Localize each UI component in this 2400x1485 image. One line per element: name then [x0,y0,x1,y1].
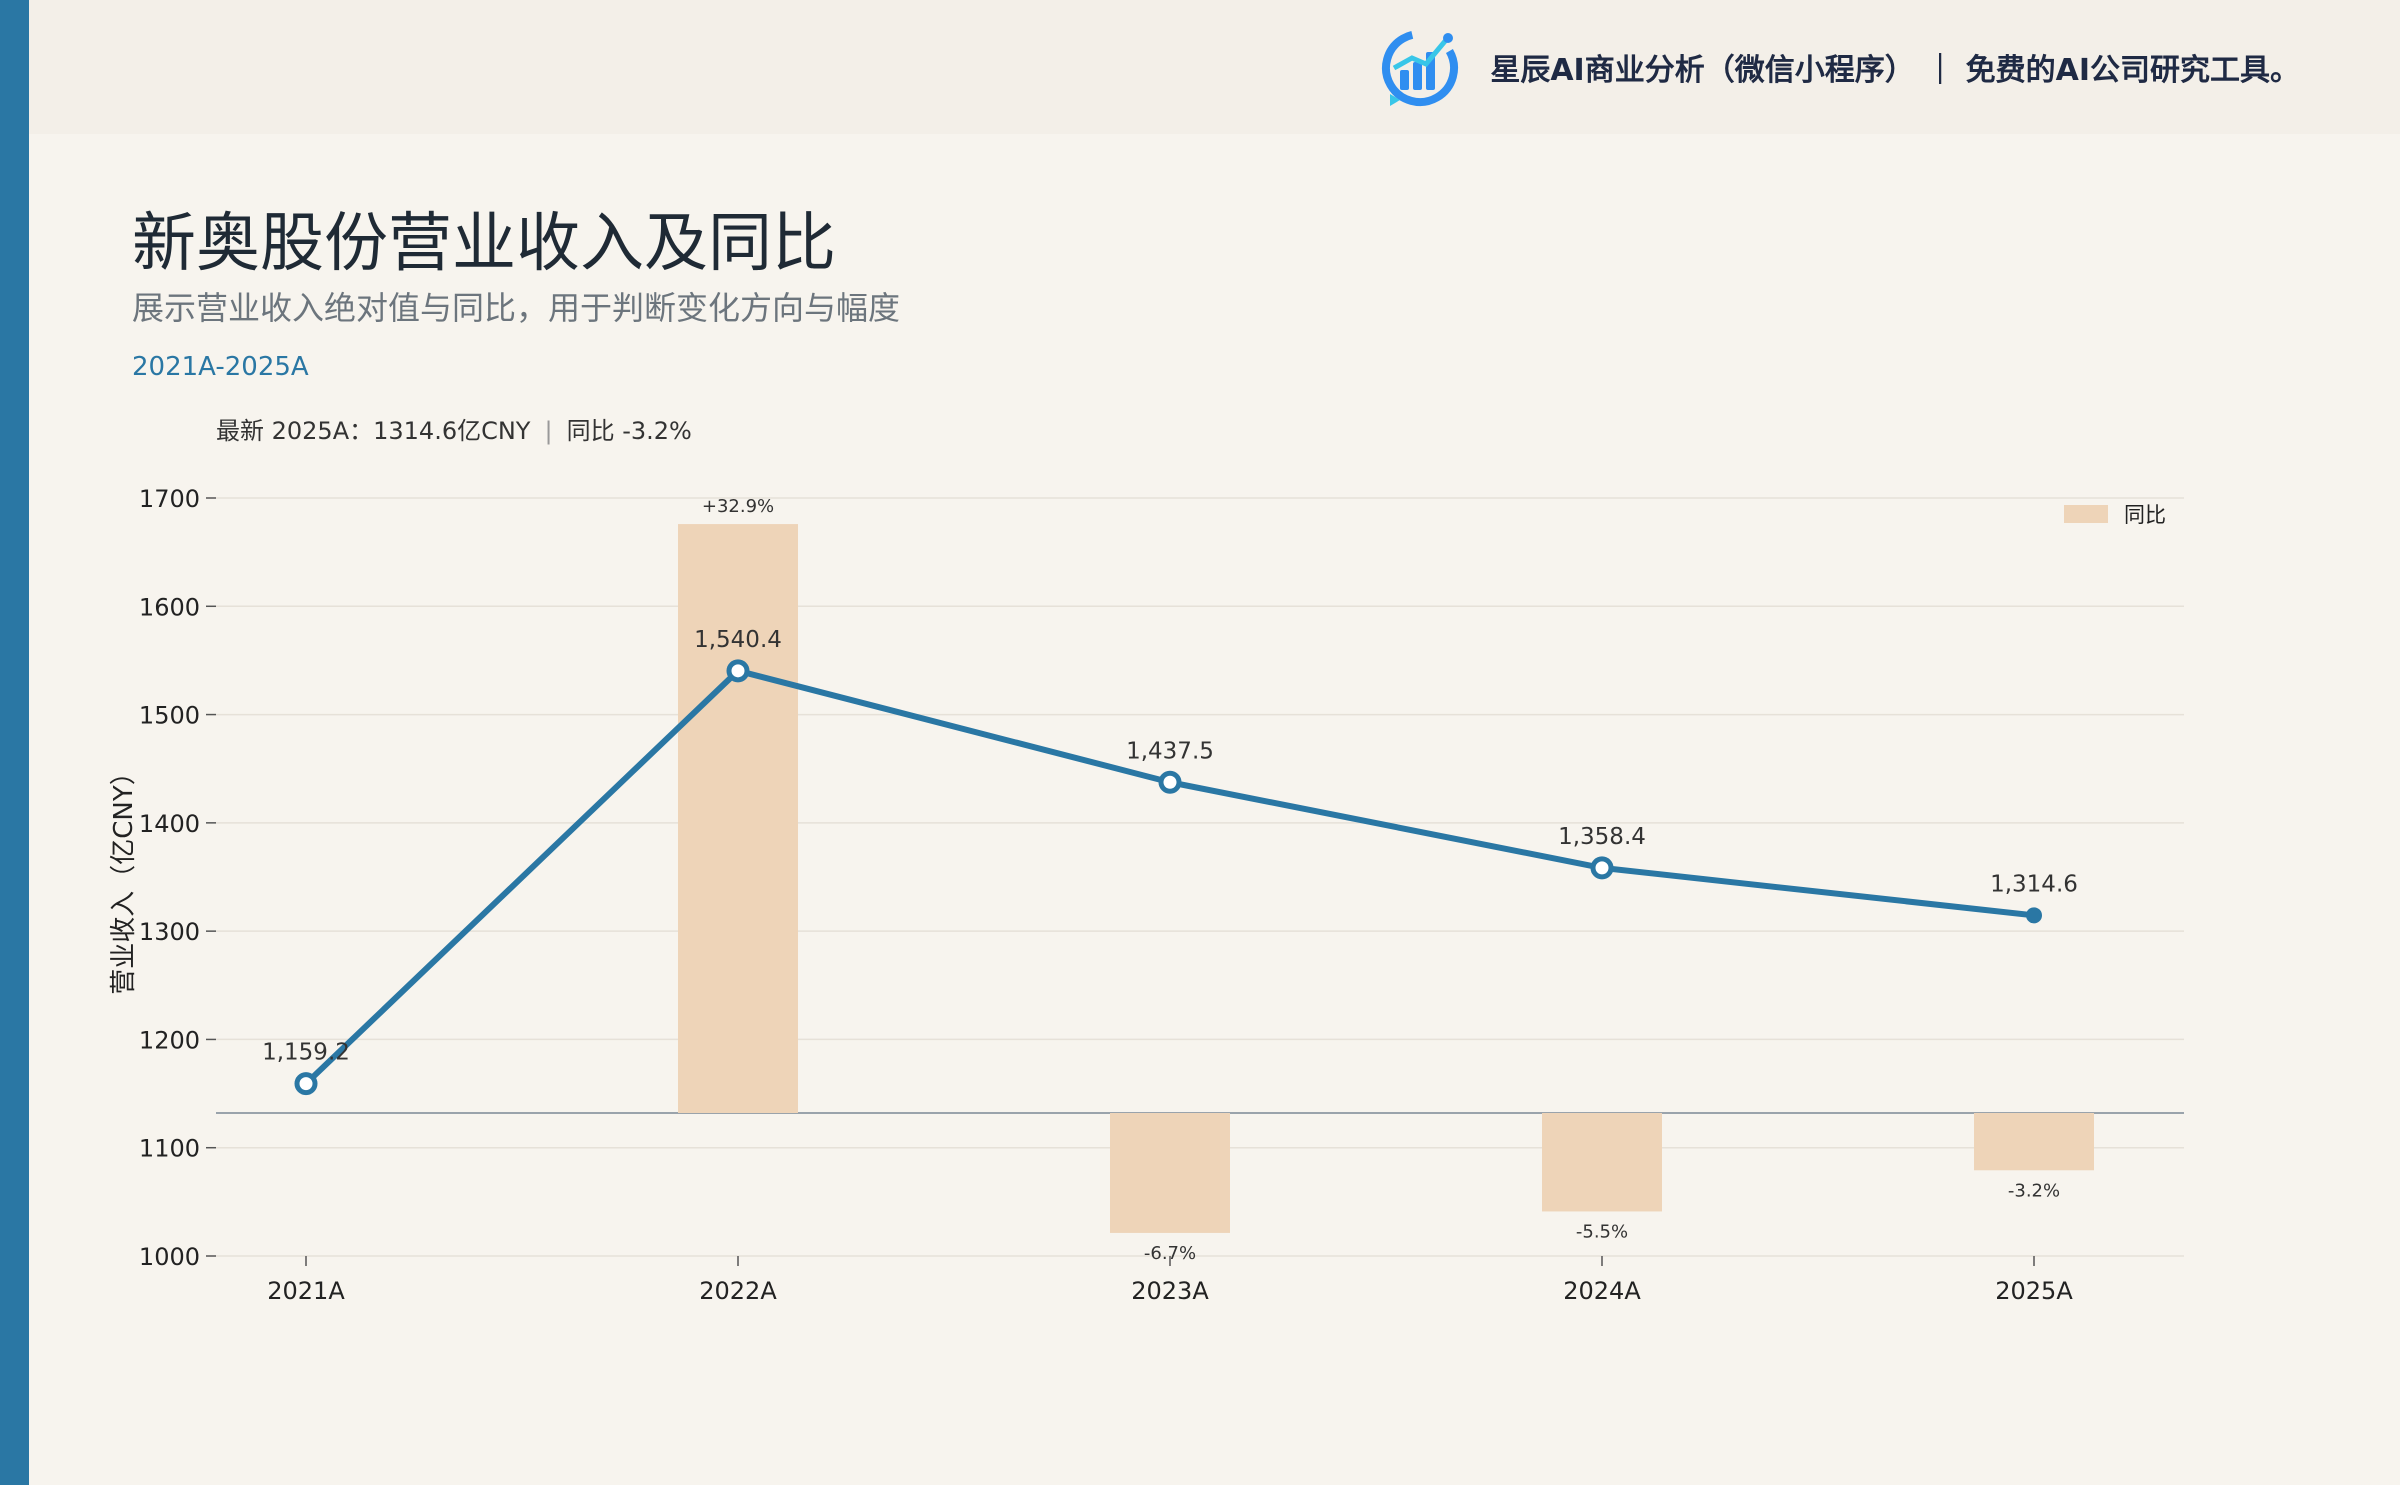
y-tick-label: 1700 [139,485,200,513]
x-tick-label: 2022A [699,1277,777,1305]
revenue-chart: 1000 1100 1200 1300 1400 1500 1600 1700 营业收入（亿CN… [109,485,2184,1305]
y-tick-label: 1300 [139,918,200,946]
revenue-data-label: 1,159.2 [262,1040,350,1066]
yoy-data-label: -3.2% [2008,1180,2060,1201]
y-tick-label: 1600 [139,593,200,621]
revenue-point [1158,770,1182,794]
y-tick-label: 1500 [139,702,200,730]
yoy-data-label: +32.9% [702,496,774,517]
legend-label: 同比 [2124,503,2166,527]
yoy-data-label: -5.5% [1576,1221,1628,1242]
revenue-point [294,1072,318,1096]
yoy-bar [678,524,798,1113]
y-tick-label: 1200 [139,1026,200,1054]
yoy-bar [1110,1113,1230,1233]
revenue-point [726,659,750,683]
x-tick-label: 2023A [1131,1277,1209,1305]
yoy-bar [1974,1113,2094,1171]
revenue-data-label: 1,437.5 [1126,738,1214,764]
y-tick-label: 1100 [139,1135,200,1163]
revenue-line [303,667,2035,1086]
revenue-data-label: 1,314.6 [1990,871,2078,897]
revenue-data-label: 1,540.4 [694,627,782,653]
revenue-data-label: 1,358.4 [1558,824,1646,850]
revenue-point [1590,856,1614,880]
x-tick-label: 2021A [267,1277,345,1305]
x-tick-label: 2025A [1995,1277,2073,1305]
y-axis-label: 营业收入（亿CNY） [109,759,139,995]
legend-swatch [2064,505,2108,523]
x-tick-label: 2024A [1563,1277,1641,1305]
revenue-point [2026,907,2042,924]
y-tick-label: 1400 [139,810,200,838]
yoy-bar [1542,1113,1662,1212]
yoy-data-label: -6.7% [1144,1243,1196,1264]
y-tick-label: 1000 [139,1243,200,1271]
